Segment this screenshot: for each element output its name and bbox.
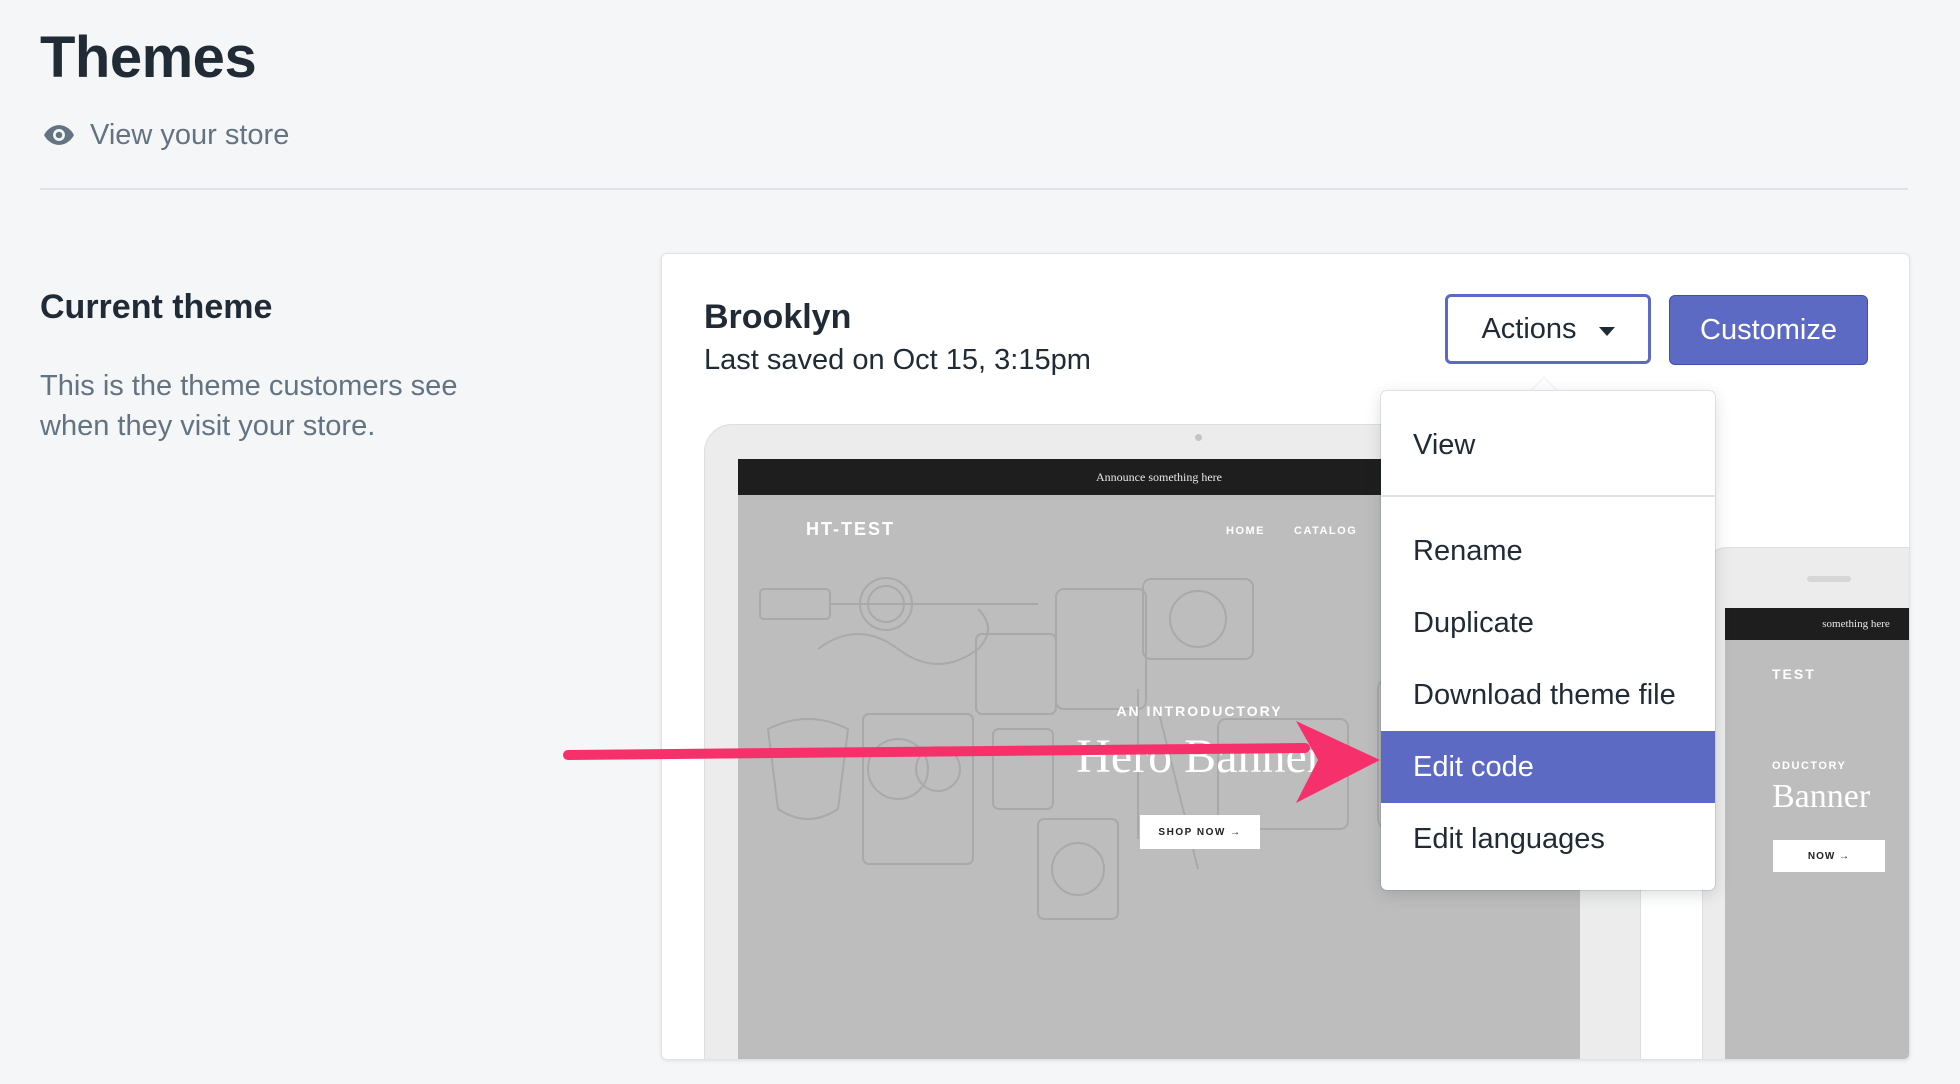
menu-item-edit-languages[interactable]: Edit languages [1381,803,1715,875]
mobile-preview-screen: something here TEST ODUCTORY Banner NOW … [1725,608,1909,1059]
menu-item-download-theme-file[interactable]: Download theme file [1381,659,1715,731]
menu-separator [1381,495,1715,497]
mobile-hero-pretitle: ODUCTORY [1772,760,1847,772]
customize-button[interactable]: Customize [1669,295,1868,365]
menu-item-rename[interactable]: Rename [1381,515,1715,587]
webcam-dot [1195,434,1202,441]
actions-menu: View Rename Duplicate Download theme fil… [1381,391,1715,890]
current-theme-card: Brooklyn Last saved on Oct 15, 3:15pm Ac… [661,253,1910,1060]
mobile-hero-title: Banner [1772,778,1871,815]
view-store-label: View your store [90,118,290,151]
phone-speaker [1807,576,1851,582]
preview-shop-now-button: SHOP NOW → [1140,815,1260,849]
section-title: Current theme [40,288,273,326]
preview-store-name: HT-TEST [806,519,895,539]
mobile-announcement-bar: something here [1725,608,1909,640]
preview-nav-catalog: CATALOG [1294,525,1358,537]
section-description: This is the theme customers see when the… [40,370,458,442]
header-divider [40,188,1908,190]
theme-name: Brooklyn [704,298,852,336]
caret-down-icon [1598,326,1615,336]
menu-item-edit-code[interactable]: Edit code [1381,731,1715,803]
menu-item-duplicate[interactable]: Duplicate [1381,587,1715,659]
mobile-preview: something here TEST ODUCTORY Banner NOW … [1702,547,1909,1059]
mobile-shop-now-button: NOW → [1773,840,1885,872]
preview-nav-home: HOME [1226,525,1265,537]
actions-label: Actions [1481,312,1577,345]
mobile-store-name: TEST [1772,666,1816,682]
view-store-link[interactable]: View your store [42,118,289,152]
actions-button[interactable]: Actions [1445,294,1651,364]
eye-icon [44,125,74,145]
page-title: Themes [40,25,257,90]
theme-last-saved: Last saved on Oct 15, 3:15pm [704,344,1091,376]
menu-item-view[interactable]: View [1381,409,1715,481]
